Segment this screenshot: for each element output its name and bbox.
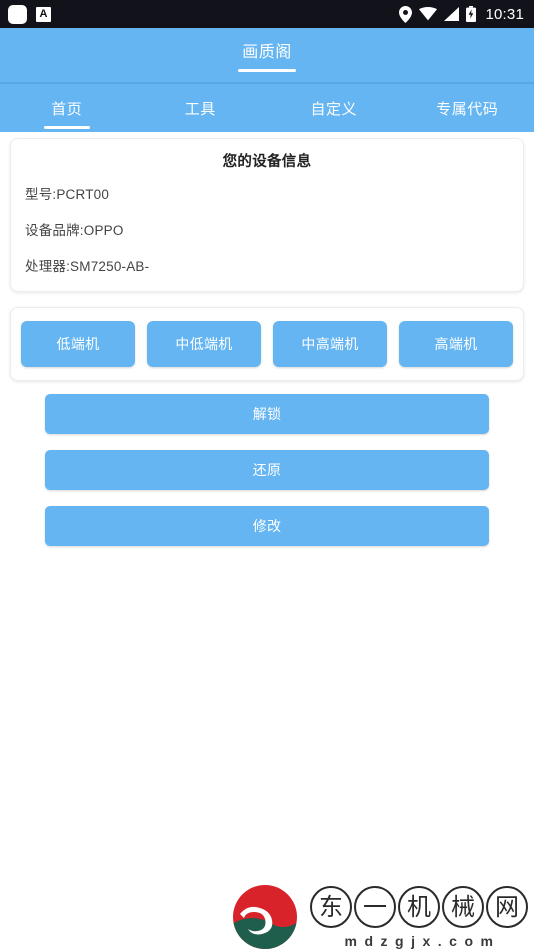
watermark: 东 一 机 械 网 mdzgjx.com [232, 878, 528, 950]
preset-high-end-button[interactable]: 高端机 [399, 321, 513, 367]
signal-icon [444, 7, 460, 21]
unlock-button[interactable]: 解锁 [45, 394, 489, 434]
status-bar-left: A [8, 4, 399, 24]
preset-mid-high-end-button[interactable]: 中高端机 [273, 321, 387, 367]
tab-bar: 首页 工具 自定义 专属代码 [0, 84, 534, 132]
watermark-char-2: 一 [354, 886, 396, 928]
status-bar: A 10:31 [0, 0, 534, 28]
watermark-char-1: 东 [310, 886, 352, 928]
status-bar-right: 10:31 [399, 5, 524, 23]
preset-mid-low-end-button[interactable]: 中低端机 [147, 321, 261, 367]
device-model-row: 型号:PCRT00 [25, 187, 110, 202]
wifi-icon [419, 7, 438, 21]
page-title: 画质阁 [242, 44, 292, 61]
tab-tools-label: 工具 [184, 100, 216, 118]
dongyi-machinery-logo [232, 884, 298, 950]
status-bar-clock: 10:31 [485, 5, 524, 23]
device-brand-row: 设备品牌:OPPO [25, 223, 124, 238]
app-bar: 画质阁 [0, 28, 534, 82]
device-processor-row: 处理器:SM7250-AB- [25, 259, 150, 274]
battery-charging-icon [466, 6, 477, 22]
watermark-char-3: 机 [398, 886, 440, 928]
watermark-circled-characters: 东 一 机 械 网 [310, 886, 528, 928]
action-button-group: 解锁 还原 修改 [0, 381, 534, 546]
main-content: 您的设备信息 型号:PCRT00 设备品牌:OPPO 处理器:SM7250-AB… [0, 132, 534, 546]
tab-custom-label: 自定义 [310, 100, 357, 118]
watermark-char-4: 械 [442, 886, 484, 928]
tab-exclusive-code-label: 专属代码 [436, 100, 499, 118]
app-letter-a-icon: A [36, 6, 51, 22]
device-info-title: 您的设备信息 [222, 154, 312, 170]
watermark-domain: mdzgjx.com [344, 933, 501, 949]
tab-home[interactable]: 首页 [0, 84, 134, 132]
modify-button[interactable]: 修改 [45, 506, 489, 546]
device-tier-card: 低端机 中低端机 中高端机 高端机 [10, 307, 524, 381]
watermark-text-block: 东 一 机 械 网 mdzgjx.com [310, 886, 528, 949]
device-info-card: 您的设备信息 型号:PCRT00 设备品牌:OPPO 处理器:SM7250-AB… [10, 138, 524, 292]
watermark-char-5: 网 [486, 886, 528, 928]
app-blank-icon [8, 4, 27, 24]
tab-custom[interactable]: 自定义 [267, 84, 401, 132]
preset-low-end-button[interactable]: 低端机 [21, 321, 135, 367]
tab-exclusive-code[interactable]: 专属代码 [401, 84, 534, 132]
app-title-underline [238, 69, 296, 72]
restore-button[interactable]: 还原 [45, 450, 489, 490]
location-pin-icon [399, 5, 413, 23]
tab-tools[interactable]: 工具 [134, 84, 268, 132]
tab-home-label: 首页 [51, 100, 83, 118]
